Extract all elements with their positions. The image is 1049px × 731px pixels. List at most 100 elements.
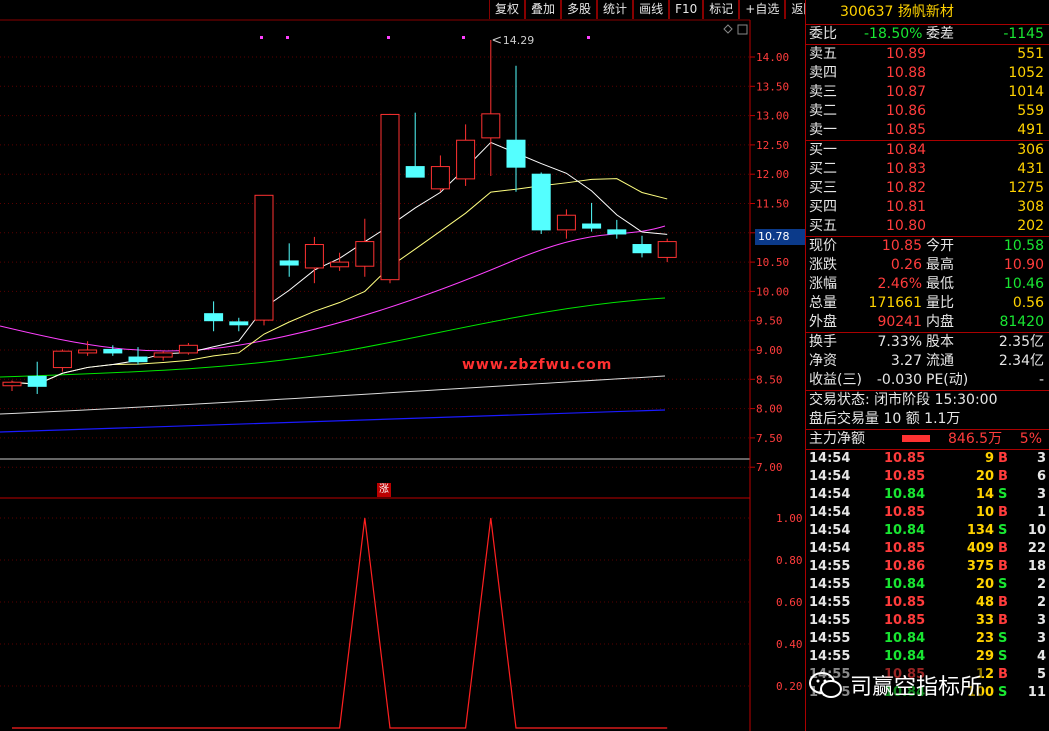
tick-time: 14:54 xyxy=(809,469,851,484)
tick-row[interactable]: 14:55 10.84 20 S 2 xyxy=(806,576,1049,594)
wb-label: 委比 xyxy=(809,26,837,42)
main-force-bar xyxy=(902,435,930,442)
top-marker xyxy=(260,36,263,39)
toolbar-button-6[interactable]: 标记 xyxy=(703,0,740,19)
tick-time: 14:55 xyxy=(809,631,851,646)
stats2-label: 净资 xyxy=(809,353,837,369)
stats-row: 外盘 90241 内盘 81420 xyxy=(806,313,1049,332)
tick-row[interactable]: 14:55 10.85 48 B 2 xyxy=(806,594,1049,612)
tick-row[interactable]: 14:55 10.86 375 B 18 xyxy=(806,558,1049,576)
stats-label2: 内盘 xyxy=(926,314,954,330)
tick-count: 1 xyxy=(1036,505,1046,520)
y-tick-label: 9.50 xyxy=(756,315,783,328)
bids-volume: 308 xyxy=(1017,199,1044,215)
stats-value2: 10.58 xyxy=(1003,238,1044,254)
current-price-tag: 10.78 xyxy=(755,229,807,245)
tick-row[interactable]: 14:55 10.85 33 B 3 xyxy=(806,612,1049,630)
toolbar-button-4[interactable]: 画线 xyxy=(633,0,670,19)
main-force-value: 846.5万 xyxy=(948,431,1003,447)
bids-label: 买一 xyxy=(809,142,837,158)
toolbar-button-3[interactable]: 统计 xyxy=(597,0,634,19)
tick-count: 10 xyxy=(1027,523,1046,538)
tick-price: 10.84 xyxy=(884,523,926,538)
bids-volume: 306 xyxy=(1017,142,1044,158)
tick-volume: 23 xyxy=(975,631,994,646)
stats-label2: 今开 xyxy=(926,238,954,254)
bids-label: 买五 xyxy=(809,218,837,234)
candle-body xyxy=(27,375,47,387)
sub-tick-label: 0.20 xyxy=(776,680,803,693)
candle-body xyxy=(632,244,652,254)
candle-body xyxy=(556,214,576,231)
tick-volume: 33 xyxy=(975,613,994,628)
tick-row[interactable]: 14:54 10.85 20 B 6 xyxy=(806,468,1049,486)
tick-time: 14:55 xyxy=(809,613,851,628)
tick-row[interactable]: 14:54 10.85 10 B 1 xyxy=(806,504,1049,522)
tick-side: B xyxy=(998,469,1008,484)
asks-volume: 1052 xyxy=(1008,65,1044,81)
asks-row: 卖二 10.86 559 xyxy=(806,102,1049,121)
bids-row: 买三 10.82 1275 xyxy=(806,179,1049,198)
tick-side: B xyxy=(998,667,1008,682)
stats-value: 90241 xyxy=(877,314,922,330)
toolbar-button-1[interactable]: 叠加 xyxy=(525,0,562,19)
bids-row: 买五 10.80 202 xyxy=(806,217,1049,236)
trade-status: 交易状态: 闭市阶段 15:30:00 xyxy=(809,392,998,408)
toolbar-button-7[interactable]: +自选 xyxy=(739,0,786,19)
main-force-label: 主力净额 xyxy=(809,431,865,447)
kline-chart[interactable]: 14.0013.5013.0012.5012.0011.5011.0010.50… xyxy=(0,0,805,731)
tick-volume: 10 xyxy=(975,505,994,520)
candle-body xyxy=(506,139,526,168)
tick-side: B xyxy=(998,595,1008,610)
toolbar-button-2[interactable]: 多股 xyxy=(561,0,598,19)
tick-price: 10.84 xyxy=(884,487,926,502)
stats-value2: 81420 xyxy=(999,314,1044,330)
tick-row[interactable]: 14:54 10.84 134 S 10 xyxy=(806,522,1049,540)
tick-side: S xyxy=(998,685,1008,700)
y-tick-label: 9.00 xyxy=(756,344,783,357)
candle-body xyxy=(2,381,22,387)
stats2-value: -0.030 xyxy=(876,372,922,388)
candle-body xyxy=(405,166,425,178)
tick-price: 10.84 xyxy=(884,577,926,592)
tick-count: 22 xyxy=(1027,541,1046,556)
bids-volume: 1275 xyxy=(1008,180,1044,196)
tick-row[interactable]: 14:54 10.85 9 B 3 xyxy=(806,450,1049,468)
tick-row[interactable]: 14:54 10.85 409 B 22 xyxy=(806,540,1049,558)
tick-row[interactable]: 14:54 10.84 14 S 3 xyxy=(806,486,1049,504)
tick-volume: 9 xyxy=(984,451,994,466)
top-marker xyxy=(286,36,289,39)
top-marker xyxy=(462,36,465,39)
y-tick-label: 10.00 xyxy=(756,285,789,298)
tick-time: 14:54 xyxy=(809,487,851,502)
asks-price: 10.85 xyxy=(886,122,927,138)
stats2-value: 7.33% xyxy=(877,334,922,350)
asks-volume: 559 xyxy=(1017,103,1044,119)
tick-row[interactable]: 14:55 10.84 23 S 3 xyxy=(806,630,1049,648)
tick-count: 3 xyxy=(1036,613,1046,628)
tick-price: 10.85 xyxy=(884,469,926,484)
top-marker xyxy=(587,36,590,39)
bids-volume: 202 xyxy=(1017,218,1044,234)
tick-volume: 14 xyxy=(975,487,994,502)
stock-code: 300637 xyxy=(840,4,894,20)
stats2-value2: 2.34亿 xyxy=(998,353,1044,369)
stats2-value2: 2.35亿 xyxy=(998,334,1044,350)
stats-value2: 10.90 xyxy=(1003,257,1044,273)
wb-value: -18.50% xyxy=(864,26,923,42)
y-tick-label: 8.50 xyxy=(756,373,783,386)
candle-body xyxy=(229,321,249,326)
tick-side: B xyxy=(998,505,1008,520)
toolbar-button-5[interactable]: F10 xyxy=(669,0,704,19)
stats2-row: 净资 3.27 流通 2.34亿 xyxy=(806,352,1049,371)
asks-label: 卖五 xyxy=(809,46,837,62)
toolbar-button-0[interactable]: 复权 xyxy=(489,0,526,19)
tick-price: 10.85 xyxy=(884,451,926,466)
asks-volume: 1014 xyxy=(1008,84,1044,100)
tick-time: 14:54 xyxy=(809,505,851,520)
stats-label: 总量 xyxy=(809,295,837,311)
stats-label2: 最高 xyxy=(926,257,954,273)
stock-header[interactable]: 300637 扬帆新材 xyxy=(806,0,1049,25)
stock-name: 扬帆新材 xyxy=(897,4,954,20)
tick-volume: 375 xyxy=(966,559,994,574)
